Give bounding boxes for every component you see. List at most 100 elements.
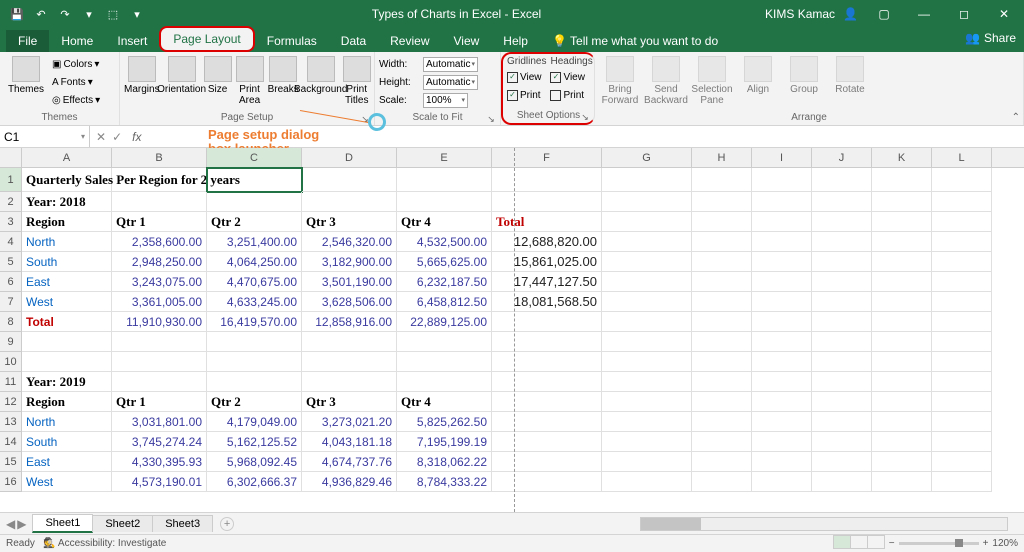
col-header-A[interactable]: A	[22, 148, 112, 167]
cell[interactable]: Total	[22, 312, 112, 332]
cell[interactable]: 3,182,900.00	[302, 252, 397, 272]
cell[interactable]	[692, 352, 752, 372]
ar-selection-pane-button[interactable]: Selection Pane	[691, 54, 733, 106]
row-header-3[interactable]: 3	[0, 212, 21, 232]
ar-rotate-button[interactable]: Rotate	[829, 54, 871, 95]
themes-button[interactable]: Themes	[4, 54, 48, 95]
height-select[interactable]: Automatic	[423, 75, 478, 90]
cell[interactable]	[112, 352, 207, 372]
cell[interactable]	[872, 168, 932, 192]
cell[interactable]: 4,064,250.00	[207, 252, 302, 272]
gridlines-print-checkbox[interactable]: Print	[507, 87, 546, 103]
cell[interactable]	[692, 168, 752, 192]
width-select[interactable]: Automatic	[423, 57, 478, 72]
cell[interactable]	[692, 292, 752, 312]
cell[interactable]	[397, 372, 492, 392]
cell[interactable]: 6,232,187.50	[397, 272, 492, 292]
cell[interactable]: Qtr 1	[112, 392, 207, 412]
tab-page-layout[interactable]: Page Layout	[159, 26, 254, 52]
cell[interactable]	[932, 372, 992, 392]
cell[interactable]: 11,910,930.00	[112, 312, 207, 332]
cell[interactable]: 5,825,262.50	[397, 412, 492, 432]
zoom-out-icon[interactable]: −	[889, 538, 895, 549]
cell[interactable]	[872, 292, 932, 312]
col-header-I[interactable]: I	[752, 148, 812, 167]
cell[interactable]	[752, 392, 812, 412]
maximize-icon[interactable]: ◻	[944, 0, 984, 28]
cell[interactable]: Qtr 2	[207, 212, 302, 232]
tab-help[interactable]: Help	[491, 30, 540, 52]
cell[interactable]	[752, 332, 812, 352]
ps-background-button[interactable]: Background	[303, 54, 339, 95]
colors-button[interactable]: ▣ Colors ▾	[52, 56, 100, 72]
cell[interactable]	[397, 352, 492, 372]
cell[interactable]	[112, 192, 207, 212]
col-header-D[interactable]: D	[302, 148, 397, 167]
cell[interactable]: 3,031,801.00	[112, 412, 207, 432]
cell[interactable]: 6,458,812.50	[397, 292, 492, 312]
tab-view[interactable]: View	[442, 30, 492, 52]
ribbon-options-icon[interactable]: ▢	[864, 0, 904, 28]
cell[interactable]	[812, 212, 872, 232]
cell[interactable]	[932, 212, 992, 232]
cell[interactable]	[812, 412, 872, 432]
cell[interactable]	[692, 332, 752, 352]
cell[interactable]	[752, 432, 812, 452]
cell[interactable]	[932, 472, 992, 492]
cell[interactable]	[602, 472, 692, 492]
cell[interactable]	[932, 392, 992, 412]
cell[interactable]	[752, 252, 812, 272]
col-header-L[interactable]: L	[932, 148, 992, 167]
cell[interactable]	[602, 372, 692, 392]
cell[interactable]: Qtr 4	[397, 212, 492, 232]
fonts-button[interactable]: A Fonts ▾	[52, 74, 100, 90]
cell[interactable]	[872, 252, 932, 272]
cell[interactable]	[492, 352, 602, 372]
cell[interactable]	[112, 372, 207, 392]
cell[interactable]	[752, 232, 812, 252]
cell[interactable]	[602, 332, 692, 352]
name-box[interactable]: C1	[0, 126, 90, 147]
cell[interactable]: North	[22, 232, 112, 252]
cancel-formula-icon[interactable]: ✕	[96, 130, 106, 144]
gridlines-view-checkbox[interactable]: View	[507, 69, 546, 85]
cell[interactable]: 4,330,395.93	[112, 452, 207, 472]
cell[interactable]	[872, 352, 932, 372]
row-header-4[interactable]: 4	[0, 232, 21, 252]
sheet-tab-1[interactable]: Sheet1	[32, 514, 93, 533]
cell[interactable]: Qtr 1	[112, 212, 207, 232]
cell[interactable]	[692, 212, 752, 232]
cell[interactable]: Qtr 4	[397, 392, 492, 412]
zoom-level[interactable]: 120%	[992, 538, 1018, 549]
tab-file[interactable]: File	[6, 30, 49, 52]
headings-view-checkbox[interactable]: View	[550, 69, 592, 85]
cell[interactable]	[302, 168, 397, 192]
cell[interactable]	[752, 212, 812, 232]
cell[interactable]	[812, 452, 872, 472]
cell[interactable]: Qtr 3	[302, 392, 397, 412]
cell[interactable]	[752, 168, 812, 192]
cell[interactable]	[932, 168, 992, 192]
cell[interactable]	[602, 168, 692, 192]
effects-button[interactable]: ◎ Effects ▾	[52, 92, 100, 108]
cell[interactable]: 17,447,127.50	[492, 272, 602, 292]
cell[interactable]: 3,628,506.00	[302, 292, 397, 312]
cell[interactable]	[207, 352, 302, 372]
cell[interactable]	[492, 392, 602, 412]
cell[interactable]	[872, 452, 932, 472]
cell[interactable]: 4,532,500.00	[397, 232, 492, 252]
cell[interactable]	[207, 168, 302, 192]
cell[interactable]: 6,302,666.37	[207, 472, 302, 492]
zoom-slider[interactable]	[899, 542, 979, 545]
select-all-button[interactable]	[0, 148, 22, 168]
cell[interactable]	[812, 272, 872, 292]
cell[interactable]	[602, 352, 692, 372]
cell[interactable]: 4,043,181.18	[302, 432, 397, 452]
cell[interactable]	[812, 168, 872, 192]
cell[interactable]: 3,501,190.00	[302, 272, 397, 292]
cell[interactable]	[872, 392, 932, 412]
cell[interactable]	[302, 192, 397, 212]
cell[interactable]	[872, 412, 932, 432]
cell[interactable]	[872, 432, 932, 452]
undo-icon[interactable]: ↶	[32, 5, 50, 23]
